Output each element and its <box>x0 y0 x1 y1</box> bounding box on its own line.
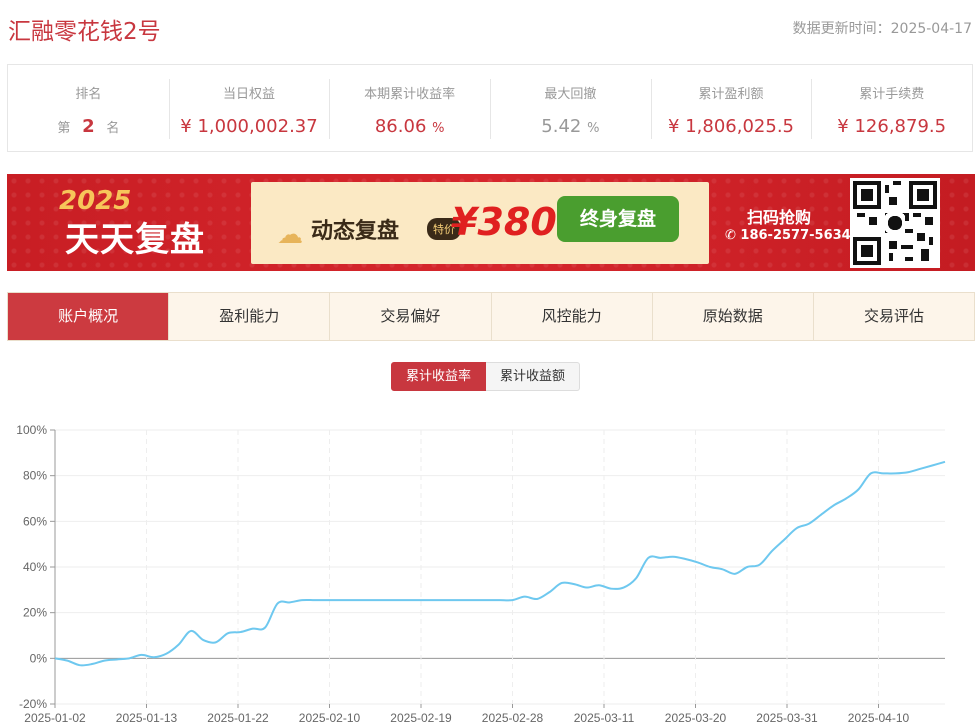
stat-max-drawdown: 最大回撤 5.42 % <box>490 65 651 151</box>
qr-code-icon <box>850 178 940 268</box>
tab-profitability[interactable]: 盈利能力 <box>168 293 330 340</box>
stat-equity: 当日权益 ¥ 1,000,002.37 <box>168 65 330 151</box>
phone-icon: ✆ <box>725 228 741 243</box>
banner-dynamic: 动态复盘 <box>311 219 400 244</box>
chart-toggle: 累计收益率 累计收益额 <box>391 362 581 391</box>
stat-profit: 累计盈利额 ¥ 1,806,025.5 <box>650 65 812 151</box>
stat-label: 本期累计收益率 <box>364 87 456 102</box>
stat-unit: % <box>432 121 445 136</box>
banner-slogan: 天天复盘 <box>65 220 205 260</box>
stat-rank: 排名 第 2 名 <box>8 65 169 151</box>
x-tick-label: 2025-03-11 <box>574 711 635 725</box>
rank-suffix: 名 <box>106 121 120 136</box>
x-tick-label: 2025-03-31 <box>756 711 818 725</box>
x-tick-label: 2025-02-19 <box>390 711 452 725</box>
cloud-icon: ☁ <box>277 220 303 250</box>
page-title: 汇融零花钱2号 <box>8 19 161 45</box>
stat-return-rate: 本期累计收益率 86.06 % <box>329 65 490 151</box>
stat-label: 当日权益 <box>223 87 276 102</box>
stats-panel: 排名 第 2 名 当日权益 ¥ 1,000,002.37 本期累计收益率 86.… <box>7 64 973 152</box>
stat-value: 5.42 <box>541 116 582 137</box>
y-tick-label: 0% <box>30 651 48 665</box>
tab-bar: 账户概况 盈利能力 交易偏好 风控能力 原始数据 交易评估 <box>7 292 975 341</box>
x-tick-label: 2025-01-13 <box>116 711 178 725</box>
tab-trade-preference[interactable]: 交易偏好 <box>329 293 491 340</box>
banner-phone: ✆ 186-2577-5634 <box>725 228 851 243</box>
banner-phone-number: 186-2577-5634 <box>740 228 851 243</box>
banner-offer-card: ☁ 动态复盘 特价 ¥3800 终身复盘 <box>251 182 709 264</box>
tab-trade-evaluation[interactable]: 交易评估 <box>812 293 975 340</box>
y-tick-label: -20% <box>19 697 47 711</box>
x-tick-label: 2025-03-20 <box>665 711 727 725</box>
rank-prefix: 第 <box>57 121 71 136</box>
stat-value: 86.06 <box>374 116 427 137</box>
stat-label: 累计手续费 <box>859 87 925 102</box>
tab-overview[interactable]: 账户概况 <box>8 293 169 340</box>
y-tick-label: 80% <box>23 469 47 483</box>
banner-lifetime-button[interactable]: 终身复盘 <box>557 196 679 242</box>
x-tick-label: 2025-01-22 <box>207 711 269 725</box>
x-tick-label: 2025-04-10 <box>848 711 910 725</box>
promo-banner[interactable]: 2025 天天复盘 ☁ 动态复盘 特价 ¥3800 终身复盘 扫码抢购 ✆ 18… <box>7 174 975 271</box>
update-time: 数据更新时间：2025-04-17 <box>792 21 972 37</box>
toggle-return-amount[interactable]: 累计收益额 <box>486 362 581 391</box>
y-tick-label: 60% <box>23 514 47 528</box>
banner-scan: 扫码抢购 <box>747 208 812 227</box>
toggle-return-rate[interactable]: 累计收益率 <box>391 362 487 391</box>
stat-value: ¥ 1,806,025.5 <box>668 116 794 137</box>
x-tick-label: 2025-02-28 <box>482 711 544 725</box>
stat-label: 累计盈利额 <box>698 87 764 102</box>
y-tick-label: 40% <box>23 560 47 574</box>
stat-label: 排名 <box>75 87 102 102</box>
y-tick-label: 100% <box>16 423 47 437</box>
stat-unit: % <box>587 121 600 136</box>
stat-value: ¥ 126,879.5 <box>837 116 947 137</box>
return-chart: 100% 80% 60% 40% 20% 0% -20% 2025-01-02 2025-01… <box>16 423 946 725</box>
return-series-line <box>54 460 946 667</box>
tab-risk-control[interactable]: 风控能力 <box>490 293 652 340</box>
stat-fees: 累计手续费 ¥ 126,879.5 <box>811 65 972 151</box>
tab-raw-data[interactable]: 原始数据 <box>651 293 813 340</box>
stat-value: ¥ 1,000,002.37 <box>180 116 318 137</box>
stat-label: 最大回撤 <box>544 87 597 102</box>
y-tick-label: 20% <box>23 606 47 620</box>
x-tick-label: 2025-02-10 <box>299 711 361 725</box>
rank-value: 2 <box>82 116 95 137</box>
x-tick-label: 2025-01-02 <box>24 711 86 725</box>
